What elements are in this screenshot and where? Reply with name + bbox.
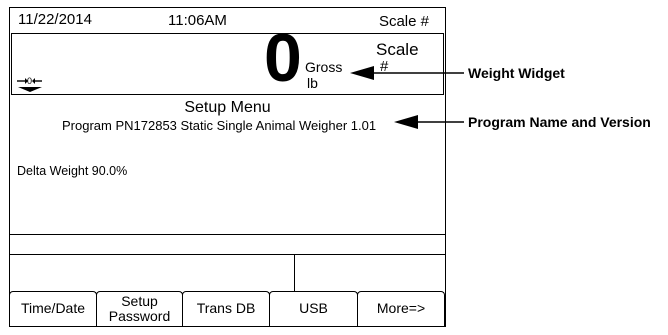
program-name-callout: Program Name and Version bbox=[468, 114, 651, 130]
weight-widget-callout: Weight Widget bbox=[468, 65, 565, 81]
arrowhead-icon bbox=[394, 115, 418, 129]
callout-arrows bbox=[350, 66, 464, 129]
arrowhead-icon bbox=[350, 66, 374, 80]
